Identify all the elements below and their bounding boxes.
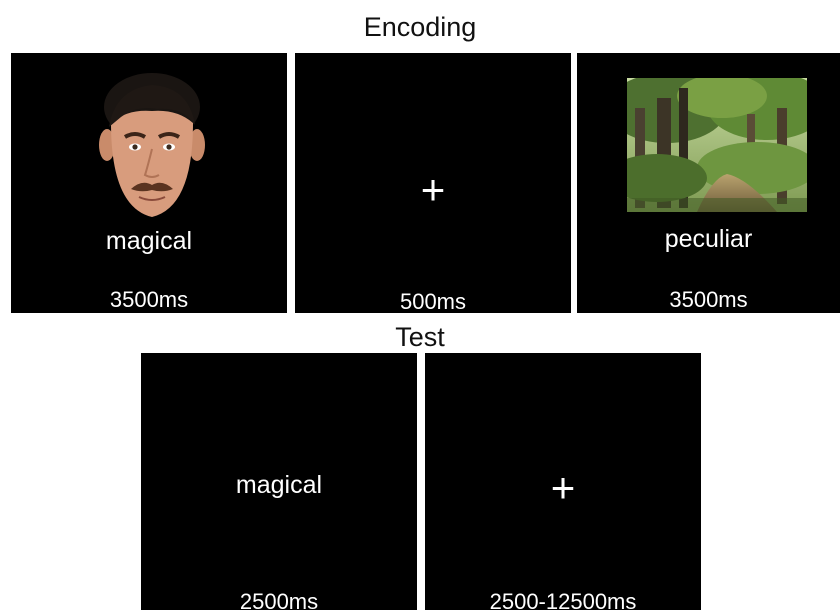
encoding-word-3: peculiar [664,225,753,253]
test-title: Test [395,322,445,352]
encoding-panel-fixation: + 500ms [295,53,571,313]
encoding-title: Encoding [363,12,477,42]
test-fixation-cross: + [550,464,576,511]
test-panel-word: magical 2500ms [141,353,417,610]
fixation-cross: + [420,166,446,213]
test-duration-1: 2500ms [239,589,319,610]
face-image [99,73,205,217]
encoding-duration-2: 500ms [399,289,467,313]
test-word-1: magical [235,471,323,499]
encoding-panel-face: magical 3500ms [11,53,287,313]
encoding-panel-scene: peculiar 3500ms [577,53,840,313]
scene-image [627,78,807,212]
encoding-word-1: magical [105,227,193,255]
test-duration-2: 2500-12500ms [489,589,637,610]
test-panel-fixation: + 2500-12500ms [425,353,701,610]
encoding-duration-3: 3500ms [669,287,748,312]
encoding-duration-1: 3500ms [109,287,189,312]
